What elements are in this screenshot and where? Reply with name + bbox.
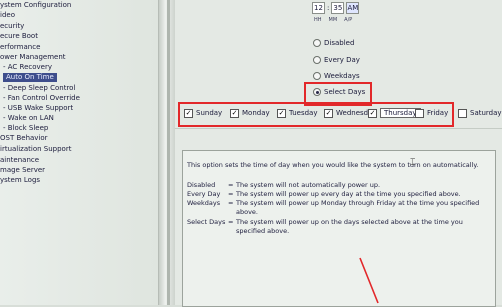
red-annotation-arrow-icon (359, 257, 379, 304)
